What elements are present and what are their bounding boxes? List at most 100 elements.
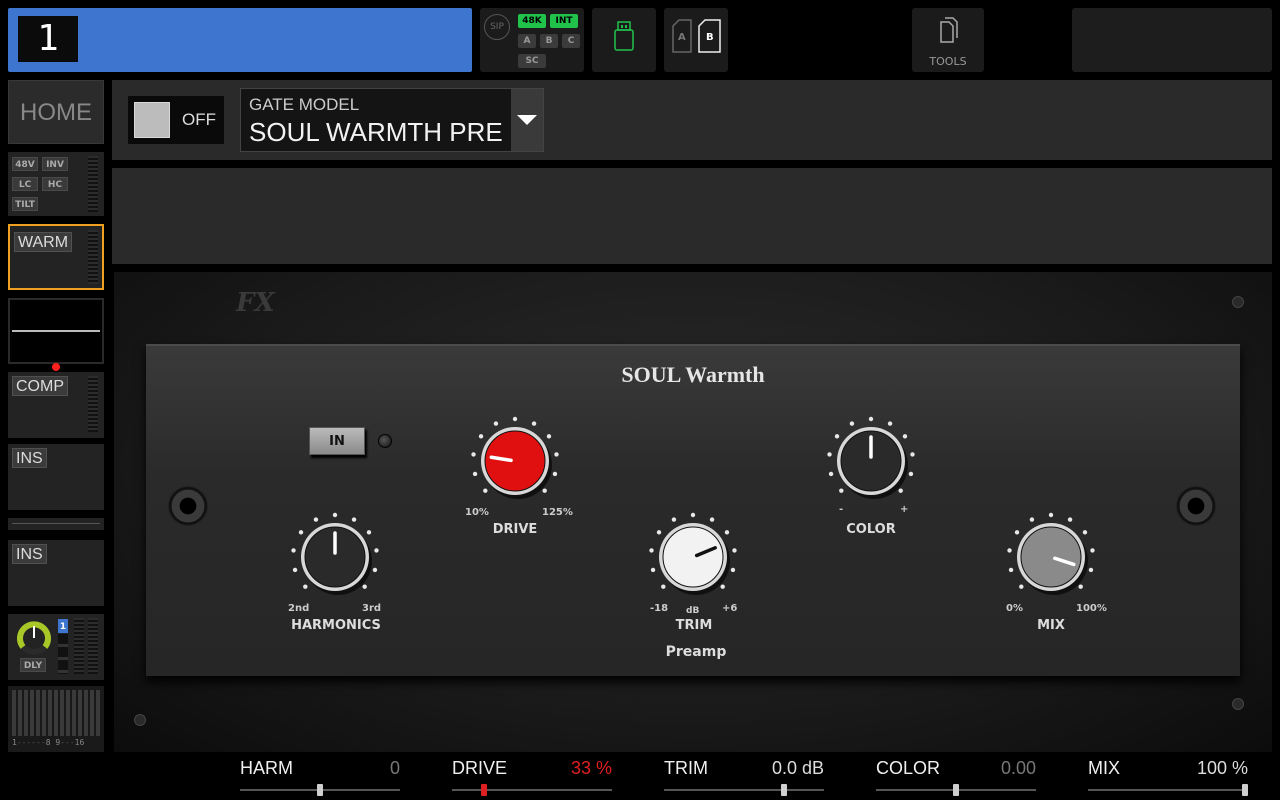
routing-status-tile[interactable]: SIP 48K INT A B C SC (480, 8, 584, 72)
model-selector[interactable]: GATE MODEL SOUL WARMTH PRE (240, 88, 544, 152)
param-mix[interactable]: MIX 100 % (1088, 752, 1248, 800)
bypass-toggle[interactable]: OFF (128, 96, 224, 144)
drive-tick (552, 471, 558, 477)
insert-1-label: INS (12, 448, 47, 468)
chip-inv: INV (42, 157, 68, 171)
bus-meter-scale: 1------8 9---16 (12, 738, 85, 747)
in-switch[interactable]: IN (309, 427, 365, 455)
harmonics-tick (366, 530, 372, 535)
mix-tick (1082, 530, 1088, 535)
param-mix-name: MIX (1088, 758, 1121, 778)
param-trim-thumb[interactable] (781, 784, 787, 796)
color-tick (910, 452, 915, 457)
tools-button[interactable]: TOOLS (912, 8, 984, 72)
trim-tick (720, 584, 725, 589)
channel-name-box[interactable]: 1 (8, 8, 472, 72)
comp-block[interactable]: COMP (8, 372, 104, 438)
warm-block[interactable]: WARM (8, 224, 104, 290)
harmonics-tick (332, 512, 338, 518)
param-trim-track[interactable] (664, 789, 824, 791)
bus-meter-block[interactable]: 1------8 9---16 (8, 686, 104, 752)
color-tick (902, 434, 908, 439)
bus-a-badge: A (518, 34, 536, 48)
harmonics-tick (374, 548, 379, 553)
trim-knob[interactable] (648, 512, 738, 602)
trim-tick (671, 517, 677, 522)
harmonics-tick (362, 584, 367, 589)
drive-min: 10% (465, 507, 489, 518)
drive-tick (531, 421, 537, 426)
chip-48v: 48V (12, 157, 38, 171)
mix-min: 0% (1006, 603, 1023, 614)
mix-tick (1078, 584, 1083, 589)
jack-left (168, 486, 208, 526)
harmonics-tick (303, 584, 308, 589)
drive-cap (484, 430, 546, 492)
param-mix-thumb[interactable] (1241, 784, 1248, 796)
sidechain-badge: SC (518, 54, 546, 68)
sd-card-a-icon (672, 19, 721, 53)
preamp-section-label: Preamp (665, 644, 727, 660)
drive-tick (478, 434, 484, 439)
toggle-label: OFF (182, 110, 216, 129)
dropdown-arrow-icon[interactable] (511, 89, 543, 151)
mix-tick (1029, 517, 1035, 522)
parameter-bar: HARM 0 DRIVE 33 % TRIM 0.0 dB COLOR 0.00… (0, 752, 1280, 800)
plugin-header: OFF GATE MODEL SOUL WARMTH PRE (112, 80, 1272, 160)
mix-tick (1019, 584, 1024, 589)
color-knob[interactable] (826, 416, 916, 506)
color-tick (827, 452, 832, 457)
card-b-label: B (706, 32, 714, 43)
drive-tick (471, 452, 476, 457)
bus-meters (12, 690, 100, 736)
trim-tick (661, 584, 666, 589)
input-block[interactable]: 48V INV LC HC TILT (8, 152, 104, 216)
param-drive-name: DRIVE (452, 758, 508, 778)
delay-taps (58, 634, 68, 674)
info-strip (112, 168, 1272, 264)
param-color-thumb[interactable] (953, 784, 959, 796)
param-harm-thumb[interactable] (317, 784, 323, 796)
screw-bottom-left (134, 714, 146, 726)
mix-tick (1008, 567, 1014, 573)
color-tick (828, 471, 834, 477)
harmonics-max: 3rd (362, 603, 382, 614)
model-name: SOUL WARMTH PRE (249, 117, 503, 147)
harmonics-knob[interactable] (290, 512, 380, 602)
drive-knob[interactable] (470, 416, 560, 506)
chip-lc: LC (12, 177, 38, 191)
param-color[interactable]: COLOR 0.00 (876, 752, 1036, 800)
harmonics-tick (372, 567, 378, 573)
copy-documents-icon (940, 17, 958, 43)
param-drive-track[interactable] (452, 789, 612, 791)
rate-48k-badge: 48K (518, 14, 546, 28)
color-min: - (839, 504, 844, 515)
send-divider (8, 518, 104, 530)
trim-label: TRIM (675, 618, 713, 633)
chip-tilt: TILT (12, 197, 38, 211)
param-color-name: COLOR (876, 758, 941, 778)
eq-block[interactable] (8, 298, 104, 364)
param-drive[interactable]: DRIVE 33 % (452, 752, 612, 800)
home-button[interactable]: HOME (8, 80, 104, 144)
color-tick (868, 416, 874, 422)
usb-tile[interactable] (592, 8, 656, 72)
param-mix-track[interactable] (1088, 789, 1248, 791)
insert-block-1[interactable]: INS (8, 444, 104, 510)
param-trim-value: 0.0 dB (771, 758, 824, 778)
drive-tick (554, 452, 559, 457)
param-trim[interactable]: TRIM 0.0 dB (664, 752, 824, 800)
param-drive-thumb[interactable] (481, 784, 487, 796)
mix-knob[interactable] (1006, 512, 1096, 602)
mix-cap (1020, 526, 1082, 588)
delay-block[interactable]: DLY 1 (8, 614, 104, 680)
trim-tick (730, 567, 736, 573)
input-meter (88, 156, 98, 212)
blank-top-tile[interactable] (1072, 8, 1272, 72)
card-slot-tile[interactable]: A B (664, 8, 728, 72)
insert-block-2[interactable]: INS (8, 540, 104, 606)
color-tick (839, 488, 844, 493)
param-harm[interactable]: HARM 0 (240, 752, 400, 800)
trim-cap (662, 526, 724, 588)
param-drive-value: 33 % (570, 758, 612, 778)
